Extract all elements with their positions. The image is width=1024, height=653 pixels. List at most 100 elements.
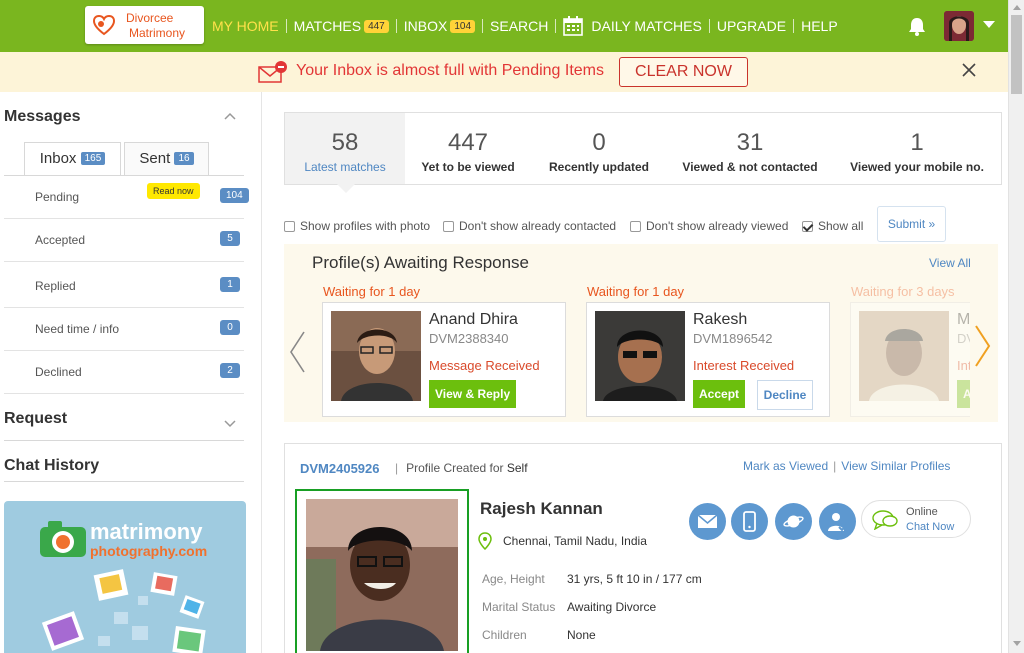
nav-my-home[interactable]: MY HOME — [205, 16, 286, 36]
profile-name[interactable]: M — [957, 311, 970, 329]
stat-viewed-mobile[interactable]: 1 Viewed your mobile no. — [833, 113, 1001, 184]
stat-label: Viewed & not contacted — [682, 160, 818, 174]
sidebar-item-need-time[interactable]: Need time / info 0 — [4, 308, 244, 351]
sidebar-item-replied[interactable]: Replied 1 — [4, 265, 244, 308]
accept-button[interactable]: A — [957, 380, 970, 408]
profile-photo[interactable] — [306, 499, 458, 651]
filter-show-with-photo[interactable]: Show profiles with photo — [284, 219, 430, 233]
nav-search[interactable]: SEARCH — [483, 16, 555, 36]
chat-history-heading[interactable]: Chat History — [4, 457, 99, 475]
decline-button[interactable]: Decline — [757, 380, 813, 410]
sidebar-item-label: Declined — [35, 365, 82, 379]
divorcee-matrimony-logo[interactable]: Divorcee Matrimony — [85, 6, 204, 44]
view-similar-profiles-link[interactable]: View Similar Profiles — [841, 459, 950, 473]
carousel-prev-arrow-icon[interactable] — [288, 330, 306, 374]
checkbox-checked[interactable] — [802, 220, 813, 232]
envelope-icon — [697, 514, 718, 528]
nav-matches[interactable]: MATCHES 447 — [287, 16, 396, 36]
scroll-down-arrow-icon[interactable] — [1013, 641, 1021, 646]
checkbox[interactable] — [630, 220, 641, 232]
profile-location: Chennai, Tamil Nadu, India — [503, 534, 647, 548]
view-mobile-button[interactable] — [731, 503, 768, 540]
detail-row: Children None — [482, 628, 702, 653]
awaiting-profile-card[interactable]: Anand Dhira DVM2388340 Message Received … — [322, 302, 566, 417]
detail-value: Awaiting Divorce — [567, 600, 657, 614]
horoscope-button[interactable] — [775, 503, 812, 540]
nav-help[interactable]: HELP — [794, 16, 845, 36]
view-and-reply-button[interactable]: View & Reply — [429, 380, 517, 408]
profile-name[interactable]: Rajesh Kannan — [480, 499, 603, 519]
filter-hide-viewed[interactable]: Don't show already viewed — [630, 219, 788, 233]
filter-hide-contacted[interactable]: Don't show already contacted — [443, 219, 616, 233]
sidebar-item-label: Accepted — [35, 233, 86, 247]
sidebar-item-accepted[interactable]: Accepted 5 — [4, 219, 244, 262]
sidebar-item-label: Replied — [35, 279, 76, 293]
promo-title: matrimony — [90, 519, 203, 544]
tab-inbox[interactable]: Inbox 165 — [24, 142, 121, 176]
sidebar-item-pending[interactable]: Pending Read now 104 — [4, 176, 249, 219]
profile-id[interactable]: DVM2405926 — [300, 461, 380, 476]
chevron-down-icon[interactable] — [224, 420, 236, 428]
match-stats-tabs: 58 Latest matches 447 Yet to be viewed 0… — [284, 112, 1002, 193]
page-scrollbar[interactable] — [1008, 0, 1024, 653]
stat-recently-updated[interactable]: 0 Recently updated — [531, 113, 667, 184]
mark-as-viewed-link[interactable]: Mark as Viewed — [743, 459, 828, 473]
profile-name[interactable]: Anand Dhira — [429, 311, 518, 329]
sidebar-item-count: 2 — [220, 363, 240, 378]
profile-links: Mark as Viewed | View Similar Profiles — [743, 459, 950, 473]
profile-photo[interactable] — [331, 311, 421, 401]
send-interest-button[interactable] — [819, 503, 856, 540]
tab-sent[interactable]: Sent 16 — [124, 142, 209, 176]
waiting-duration: Waiting for 1 day — [323, 284, 421, 299]
profile-photo[interactable] — [595, 311, 685, 401]
matches-count-badge: 447 — [364, 19, 389, 33]
close-icon[interactable] — [961, 62, 977, 78]
notification-bell-icon[interactable] — [907, 16, 927, 36]
sidebar-item-declined[interactable]: Declined 2 — [4, 351, 244, 394]
profile-id: DVM1896542 — [693, 331, 773, 346]
stat-yet-to-be-viewed[interactable]: 447 Yet to be viewed — [405, 113, 531, 184]
submit-button[interactable]: Submit » — [877, 206, 946, 242]
read-now-tooltip[interactable]: Read now — [147, 183, 200, 199]
stat-latest-matches[interactable]: 58 Latest matches — [285, 113, 405, 193]
request-status: Interest Received — [693, 358, 795, 373]
account-menu-caret-icon[interactable] — [983, 21, 995, 28]
messages-sidebar: Messages Inbox 165 Sent 16 Pending Read … — [0, 92, 262, 653]
checkbox[interactable] — [284, 220, 295, 232]
user-avatar[interactable] — [944, 11, 974, 41]
awaiting-profile-card[interactable]: Rakesh DVM1896542 Interest Received Acce… — [586, 302, 830, 417]
nav-upgrade[interactable]: UPGRADE — [710, 16, 793, 36]
send-mail-button[interactable] — [689, 503, 726, 540]
profile-name[interactable]: Rakesh — [693, 311, 747, 329]
nav-daily-matches[interactable]: DAILY MATCHES — [556, 16, 708, 36]
sidebar-item-label: Pending — [35, 190, 80, 204]
stat-label: Latest matches — [304, 160, 386, 174]
stat-number: 447 — [447, 129, 489, 156]
profile-photo[interactable] — [859, 311, 949, 401]
profile-actions: Online Chat Now — [689, 500, 1001, 560]
nav-inbox[interactable]: INBOX 104 — [397, 16, 482, 36]
awaiting-profile-card[interactable]: M DV Int A — [850, 302, 970, 417]
awaiting-card: Waiting for 1 day Rakesh DVM1896542 Inte… — [586, 284, 830, 417]
scroll-up-arrow-icon[interactable] — [1013, 5, 1021, 10]
matrimony-photography-banner[interactable]: matrimony photography.com — [4, 501, 246, 653]
chat-now-button[interactable]: Online Chat Now — [861, 500, 971, 538]
awaiting-response-panel: Profile(s) Awaiting Response View All Wa… — [284, 244, 998, 422]
profile-created-for: | Profile Created for Self — [395, 461, 528, 475]
profile-photo-frame[interactable] — [295, 489, 469, 653]
tab-sent-count: 16 — [174, 152, 194, 166]
accept-button[interactable]: Accept — [693, 380, 746, 408]
clear-now-button[interactable]: CLEAR NOW — [619, 57, 748, 87]
view-all-link[interactable]: View All — [929, 256, 971, 270]
checkbox[interactable] — [443, 220, 454, 232]
checkbox-label: Don't show already viewed — [646, 219, 789, 233]
carousel-next-arrow-icon[interactable] — [974, 324, 992, 368]
stat-viewed-not-contacted[interactable]: 31 Viewed & not contacted — [667, 113, 833, 184]
filter-show-all[interactable]: Show all — [802, 219, 863, 233]
photo-collage-illustration — [41, 569, 206, 653]
chevron-up-icon[interactable] — [224, 112, 236, 120]
main-nav: MY HOME MATCHES 447 INBOX 104 SEARCH DAILY… — [205, 0, 845, 52]
request-heading[interactable]: Request — [4, 410, 67, 428]
stat-label: Viewed your mobile no. — [850, 160, 984, 174]
scroll-thumb[interactable] — [1011, 15, 1022, 94]
